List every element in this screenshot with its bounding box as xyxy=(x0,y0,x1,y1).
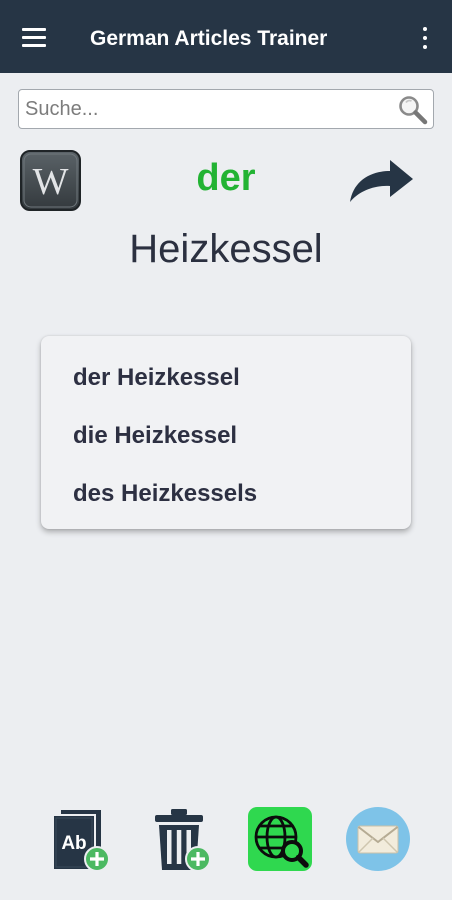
search-input[interactable] xyxy=(25,96,385,122)
svg-text:Ab: Ab xyxy=(61,833,86,854)
declension-accusative: die Heizkessel xyxy=(73,422,238,449)
mail-icon[interactable] xyxy=(346,807,410,871)
app-bar: German Articles Trainer xyxy=(0,0,452,73)
search-icon[interactable] xyxy=(397,94,429,126)
app-title: German Articles Trainer xyxy=(90,27,328,50)
declension-card: der Heizkessel die Heizkessel des Heizke… xyxy=(41,336,411,529)
menu-line xyxy=(22,36,46,39)
add-dictionary-icon[interactable]: Ab xyxy=(51,807,111,873)
word-noun: Heizkessel xyxy=(129,227,323,271)
share-icon[interactable] xyxy=(347,156,415,206)
hamburger-menu-icon[interactable] xyxy=(22,28,48,48)
dot xyxy=(423,27,427,31)
menu-line xyxy=(22,44,46,47)
search-bar xyxy=(18,89,434,129)
dot xyxy=(423,45,427,49)
declension-nominative: der Heizkessel xyxy=(73,364,240,391)
delete-trash-icon[interactable] xyxy=(154,807,212,873)
dot xyxy=(423,36,427,40)
menu-line xyxy=(22,28,46,31)
web-search-icon[interactable] xyxy=(248,807,312,871)
more-vert-icon[interactable] xyxy=(418,26,432,50)
declension-genitive: des Heizkessels xyxy=(73,480,258,507)
